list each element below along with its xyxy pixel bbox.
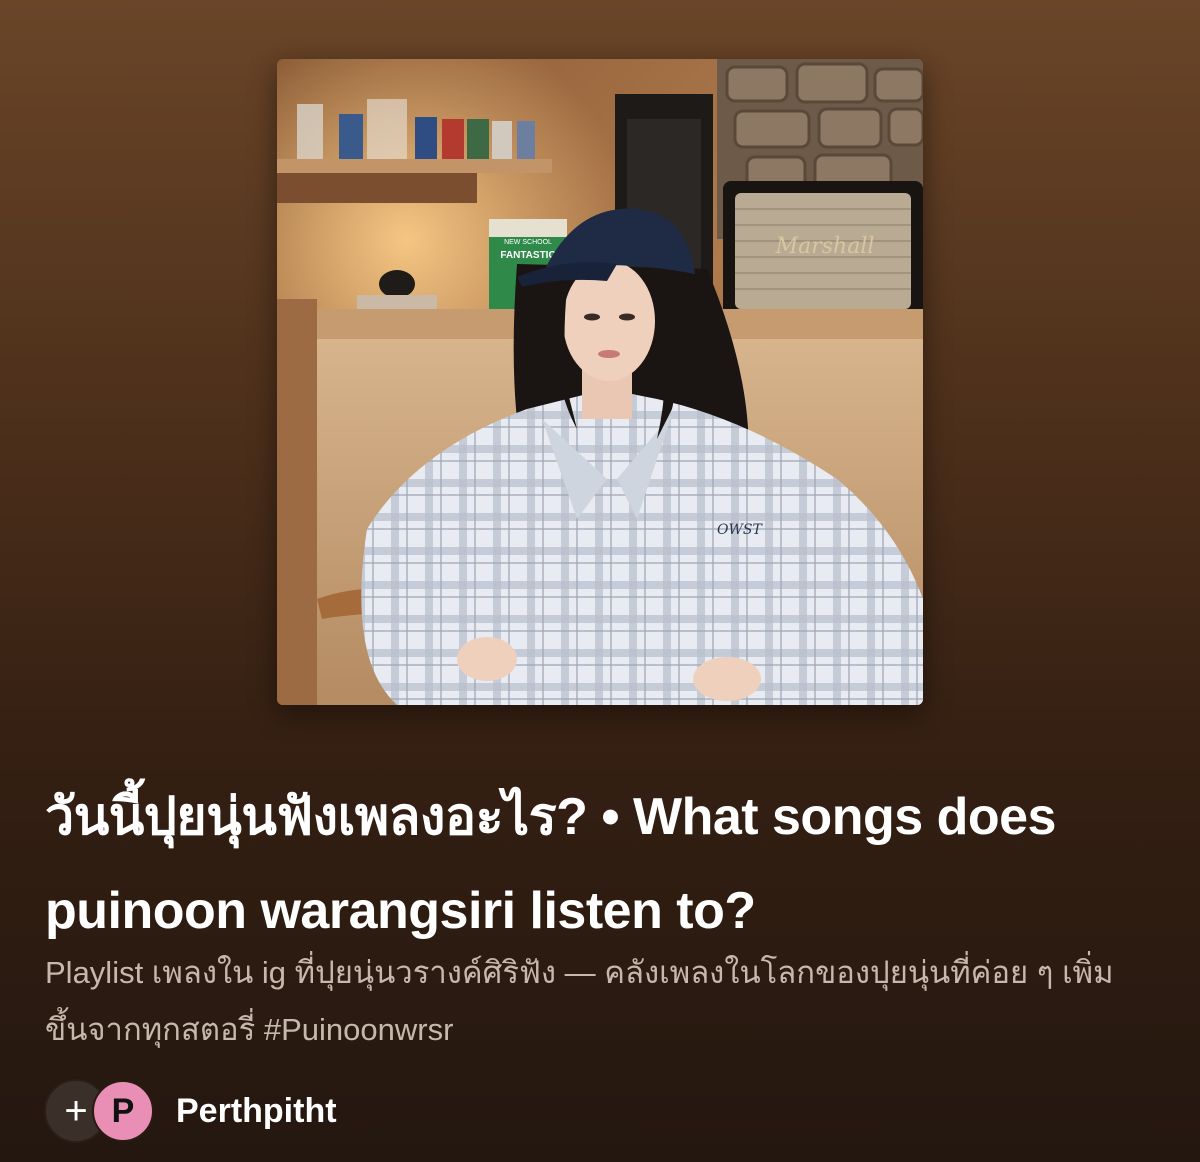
owner-avatar[interactable]: P — [92, 1080, 154, 1142]
can-label-line2: FANTASTIC — [500, 250, 555, 261]
speaker-brand-label: Marshall — [775, 234, 875, 259]
playlist-title: วันนี้ปุยนุ่นฟังเพลงอะไร? • What songs d… — [45, 788, 1056, 940]
plus-icon: + — [64, 1089, 88, 1133]
owner-row: + P Perthpitht — [44, 1078, 337, 1144]
owner-name-link[interactable]: Perthpitht — [176, 1092, 337, 1131]
shirt-logo-text: OWST — [717, 522, 763, 538]
playlist-cover-image: NEW SCHOOL FANTASTIC ST Marshall — [277, 59, 923, 705]
can-label-line1: NEW SCHOOL — [504, 239, 552, 246]
playlist-description: Playlist เพลงใน ig ที่ปุยนุ่นวรางค์ศิริฟ… — [45, 955, 1114, 1047]
avatar-initial: P — [111, 1091, 135, 1130]
